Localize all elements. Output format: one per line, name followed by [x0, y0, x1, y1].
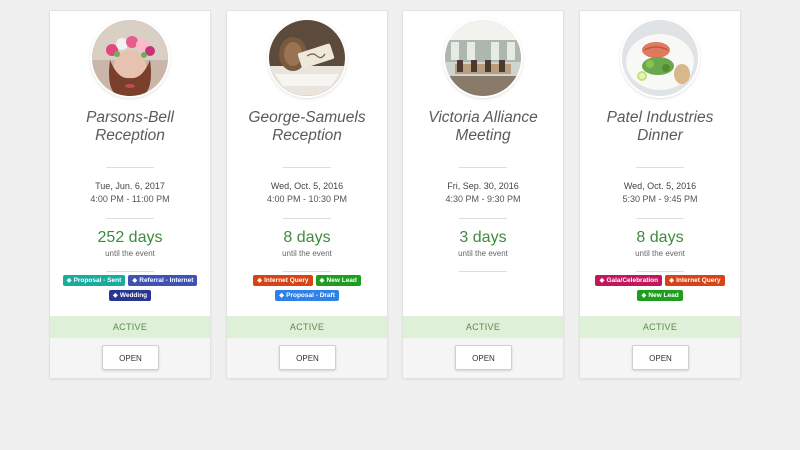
- event-time: 4:00 PM - 11:00 PM: [90, 194, 170, 204]
- tag-list: ◆ Internet Query ◆ New Lead ◆ Proposal - Draf…: [233, 275, 381, 301]
- days-until: 3 days: [459, 229, 507, 246]
- card-footer: OPEN: [227, 338, 387, 378]
- card-footer: OPEN: [580, 338, 740, 378]
- tag-label: Proposal - Draft: [286, 292, 335, 299]
- divider: [636, 218, 684, 219]
- event-time: 5:30 PM - 9:45 PM: [622, 194, 698, 204]
- days-until: 252 days: [97, 229, 163, 246]
- tag-label: New Lead: [326, 277, 357, 284]
- tag-badge[interactable]: ◆ Wedding: [108, 290, 152, 301]
- event-title: Patel Industries Dinner: [606, 109, 714, 144]
- tag-label: Internet Query: [676, 277, 721, 284]
- tag-badge[interactable]: ◆ Internet Query: [253, 275, 313, 286]
- event-card: Parsons-Bell Reception Tue, Jun. 6, 2017 …: [50, 11, 210, 378]
- event-title: Parsons-Bell Reception: [86, 109, 174, 144]
- tag-icon: ◆: [319, 277, 325, 284]
- event-date: Wed, Oct. 5, 2016: [270, 181, 344, 191]
- tag-icon: ◆: [132, 277, 138, 284]
- open-button[interactable]: OPEN: [102, 345, 159, 370]
- tag-badge[interactable]: ◆ Internet Query: [665, 275, 725, 286]
- divider: [283, 218, 331, 219]
- until-label: until the event: [282, 249, 332, 258]
- divider: [636, 167, 684, 168]
- event-card: George-Samuels Reception Wed, Oct. 5, 201…: [227, 11, 387, 378]
- tag-label: New Lead: [648, 292, 679, 299]
- tag-badge[interactable]: ◆ New Lead: [315, 275, 361, 286]
- tag-icon: ◆: [257, 277, 263, 284]
- event-photo: [269, 20, 345, 96]
- event-card: Victoria Alliance Meeting Fri, Sep. 30, 2…: [403, 11, 563, 378]
- event-photo: [622, 20, 698, 96]
- divider: [283, 167, 331, 168]
- open-button[interactable]: OPEN: [632, 345, 689, 370]
- open-button[interactable]: OPEN: [279, 345, 336, 370]
- tag-label: Gala/Celebration: [606, 277, 659, 284]
- status-bar: ACTIVE: [50, 316, 210, 338]
- divider: [106, 218, 154, 219]
- event-card: Patel Industries Dinner Wed, Oct. 5, 2016…: [580, 11, 740, 378]
- tag-badge[interactable]: ◆ Proposal - Draft: [275, 290, 339, 301]
- event-title: George-Samuels Reception: [248, 109, 366, 144]
- until-label: until the event: [105, 249, 155, 258]
- tag-label: Proposal - Sent: [73, 277, 122, 284]
- tag-badge[interactable]: ◆ New Lead: [637, 290, 683, 301]
- tag-icon: ◆: [112, 292, 118, 299]
- tag-badge[interactable]: ◆ Gala/Celebration: [595, 275, 663, 286]
- open-button[interactable]: OPEN: [455, 345, 512, 370]
- until-label: until the event: [458, 249, 508, 258]
- divider: [106, 271, 154, 272]
- until-label: until the event: [635, 249, 685, 258]
- divider: [459, 218, 507, 219]
- tag-badge[interactable]: ◆ Referral - Internet: [128, 275, 198, 286]
- status-bar: ACTIVE: [580, 316, 740, 338]
- tag-list: ◆ Gala/Celebration ◆ Internet Query ◆ New Lea…: [586, 275, 734, 301]
- event-photo: [92, 20, 168, 96]
- tag-list: ◆ Proposal - Sent ◆ Referral - Internet ◆ Wed…: [56, 275, 204, 301]
- divider: [459, 167, 507, 168]
- tag-label: Internet Query: [264, 277, 309, 284]
- card-footer: OPEN: [403, 338, 563, 378]
- tag-badge[interactable]: ◆ Proposal - Sent: [62, 275, 126, 286]
- card-footer: OPEN: [50, 338, 210, 378]
- divider: [636, 271, 684, 272]
- event-date: Fri, Sep. 30, 2016: [447, 181, 519, 191]
- tag-label: Wedding: [119, 292, 148, 299]
- divider: [106, 167, 154, 168]
- tag-label: Referral - Internet: [139, 277, 194, 284]
- tag-icon: ◆: [279, 292, 285, 299]
- event-title: Victoria Alliance Meeting: [428, 109, 538, 144]
- tag-icon: ◆: [641, 292, 647, 299]
- event-date: Tue, Jun. 6, 2017: [95, 181, 165, 191]
- tag-icon: ◆: [669, 277, 675, 284]
- status-bar: ACTIVE: [403, 316, 563, 338]
- divider: [283, 271, 331, 272]
- event-time: 4:30 PM - 9:30 PM: [445, 194, 521, 204]
- tag-icon: ◆: [599, 277, 605, 284]
- event-time: 4:00 PM - 10:30 PM: [266, 194, 348, 204]
- days-until: 8 days: [636, 229, 684, 246]
- divider: [459, 271, 507, 272]
- event-photo: [445, 20, 521, 96]
- days-until: 8 days: [283, 229, 331, 246]
- event-date: Wed, Oct. 5, 2016: [623, 181, 697, 191]
- status-bar: ACTIVE: [227, 316, 387, 338]
- tag-icon: ◆: [66, 277, 72, 284]
